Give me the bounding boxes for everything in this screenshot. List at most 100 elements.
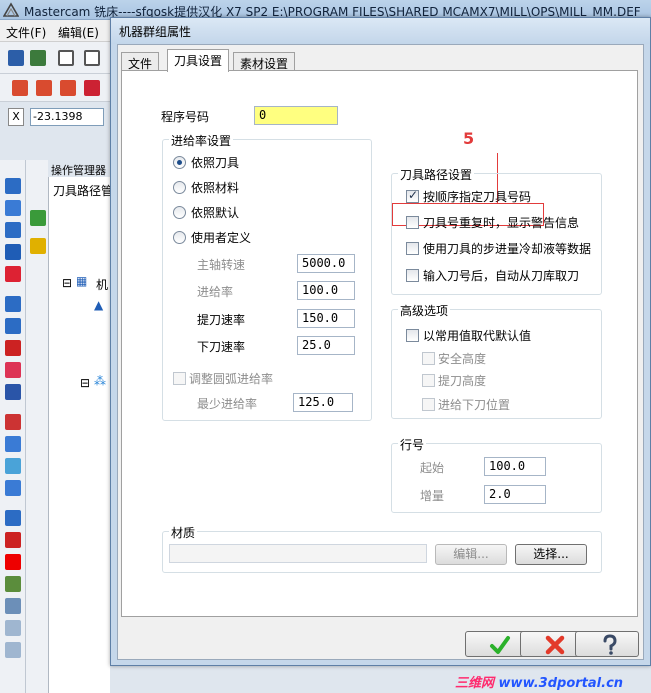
coord-axis-label[interactable]: X <box>8 108 24 126</box>
tree-expand-icon-2[interactable]: ⊟ <box>80 376 90 390</box>
retract-rate-input[interactable]: 150.0 <box>297 309 355 328</box>
feed-rate-input[interactable]: 100.0 <box>297 281 355 300</box>
menu-file[interactable]: 文件(F) <box>6 24 46 41</box>
post-icon[interactable] <box>84 80 100 96</box>
radio-by-default[interactable] <box>173 206 186 219</box>
watermark-url: www.3dportal.cn <box>498 676 624 691</box>
use-tool-stepover-label[interactable]: 使用刀具的步进量冷却液等数据 <box>423 240 591 257</box>
material-title: 材质 <box>169 524 198 541</box>
auto-tool-from-library-label[interactable]: 输入刀号后，自动从刀库取刀 <box>423 267 579 284</box>
solid-icon-3[interactable] <box>5 340 21 356</box>
radio-by-default-label[interactable]: 依照默认 <box>191 204 239 221</box>
lock-icon[interactable] <box>30 238 46 254</box>
duplicate-tool-warning-checkbox[interactable] <box>406 216 419 229</box>
view-icon[interactable] <box>5 598 21 614</box>
opmgr-title: 操作管理器 <box>48 160 110 177</box>
surface-icon-3[interactable] <box>5 458 21 474</box>
cube-icon-1[interactable] <box>5 620 21 636</box>
clearance-checkbox[interactable] <box>422 352 435 365</box>
tool-icon-1[interactable] <box>5 178 21 194</box>
solid-icon-5[interactable] <box>5 384 21 400</box>
feed-plane-label[interactable]: 进给下刀位置 <box>438 396 510 413</box>
line-increment-input[interactable]: 2.0 <box>484 485 546 504</box>
line-start-input[interactable]: 100.0 <box>484 457 546 476</box>
menu-edit[interactable]: 编辑(E) <box>58 24 99 41</box>
clearance-label[interactable]: 安全高度 <box>438 350 486 367</box>
auto-tool-from-library-checkbox[interactable] <box>406 269 419 282</box>
radio-by-tool-label[interactable]: 依照刀具 <box>191 154 239 171</box>
dialog-title: 机器群组属性 <box>119 25 192 39</box>
opmgr-toolpath-tab[interactable]: 刀具路径管 <box>50 180 110 200</box>
spindle-speed-input[interactable]: 5000.0 <box>297 254 355 273</box>
tab-stock-setup[interactable]: 素材设置 <box>233 52 296 71</box>
annotation-number: 5 <box>463 129 475 148</box>
watermark-cn: 三维网 <box>455 676 495 691</box>
use-tool-stepover-checkbox[interactable] <box>406 242 419 255</box>
retract-height-label[interactable]: 提刀高度 <box>438 372 486 389</box>
material-select-button[interactable]: 选择... <box>515 544 587 565</box>
solid-icon-2[interactable] <box>5 318 21 334</box>
min-feed-label: 最少进给率 <box>197 397 258 411</box>
radio-by-material-label[interactable]: 依照材料 <box>191 179 239 196</box>
cube-icon-2[interactable] <box>5 642 21 658</box>
layer-icon[interactable] <box>5 576 21 592</box>
solid-icon-4[interactable] <box>5 362 21 378</box>
retract-height-checkbox[interactable] <box>422 374 435 387</box>
feed-rate-group: 进给率设置 依照刀具 依照材料 依照默认 使用者定义 主轴转速 5000.0 进… <box>162 132 372 421</box>
arc-icon[interactable] <box>5 222 21 238</box>
coord-x-input[interactable]: -23.1398 <box>30 108 104 126</box>
toolpath-settings-group: 刀具路径设置 按顺序指定刀具号码 刀具号重复时，显示警告信息 使用刀具的步进量冷… <box>391 166 602 295</box>
plunge-rate-input[interactable]: 25.0 <box>297 336 355 355</box>
feed-rate-label: 进给率 <box>197 285 234 299</box>
tree-root-label[interactable]: 机 <box>96 276 108 293</box>
select-all-icon[interactable] <box>30 210 46 226</box>
list-icon[interactable] <box>84 50 100 66</box>
program-number-label: 程序号码 <box>161 110 210 124</box>
duplicate-tool-warning-label[interactable]: 刀具号重复时，显示警告信息 <box>423 214 579 231</box>
surface-icon-2[interactable] <box>5 436 21 452</box>
override-defaults-checkbox[interactable] <box>406 329 419 342</box>
material-input[interactable] <box>169 544 427 563</box>
radio-by-tool[interactable] <box>173 156 186 169</box>
radio-user-defined-label[interactable]: 使用者定义 <box>191 229 251 246</box>
feed-rate-group-title: 进给率设置 <box>169 132 234 149</box>
window-icon[interactable] <box>58 50 74 66</box>
print-icon[interactable] <box>30 50 46 66</box>
line-number-title: 行号 <box>398 436 427 453</box>
surface-icon-4[interactable] <box>5 480 21 496</box>
arrow-down-icon[interactable] <box>5 244 21 260</box>
arc-feed-label[interactable]: 调整圆弧进给率 <box>189 370 273 387</box>
simulate-icon[interactable] <box>60 80 76 96</box>
help-button[interactable] <box>575 631 639 657</box>
tab-tool-settings[interactable]: 刀具设置 <box>167 49 230 72</box>
radio-user-defined[interactable] <box>173 231 186 244</box>
min-feed-input[interactable]: 125.0 <box>293 393 353 412</box>
transform-icon[interactable] <box>5 532 21 548</box>
grid-icon[interactable] <box>5 510 21 526</box>
override-defaults-label[interactable]: 以常用值取代默认值 <box>423 327 531 344</box>
radio-by-material[interactable] <box>173 181 186 194</box>
backplot-icon[interactable] <box>36 80 52 96</box>
dialog-titlebar[interactable]: 机器群组属性 <box>111 18 650 44</box>
opmgr-toolbar <box>26 160 48 693</box>
save-icon[interactable] <box>8 50 24 66</box>
tree-expand-icon[interactable]: ⊟ <box>62 276 72 290</box>
solid-icon-1[interactable] <box>5 296 21 312</box>
sequential-tool-number-checkbox[interactable] <box>406 188 419 203</box>
advanced-options-group: 高级选项 以常用值取代默认值 安全高度 提刀高度 进给下刀位置 <box>391 302 602 419</box>
operation-icon: ⁂ <box>94 374 106 388</box>
red-square-icon[interactable] <box>5 554 21 570</box>
verify-icon[interactable] <box>12 80 28 96</box>
arc-feed-checkbox[interactable] <box>173 372 186 385</box>
surface-icon-1[interactable] <box>5 414 21 430</box>
cancel-x-icon <box>545 635 565 655</box>
tab-files[interactable]: 文件 <box>121 52 160 71</box>
material-edit-button[interactable]: 编辑... <box>435 544 507 565</box>
toolpath-group-icon: ▲ <box>94 298 104 312</box>
sequential-tool-number-label[interactable]: 按顺序指定刀具号码 <box>423 188 531 205</box>
shape-icon[interactable] <box>5 266 21 282</box>
program-number-input[interactable]: 0 <box>254 106 338 125</box>
feed-plane-checkbox[interactable] <box>422 398 435 411</box>
tool-icon-2[interactable] <box>5 200 21 216</box>
machine-group-icon: ▦ <box>76 274 88 288</box>
